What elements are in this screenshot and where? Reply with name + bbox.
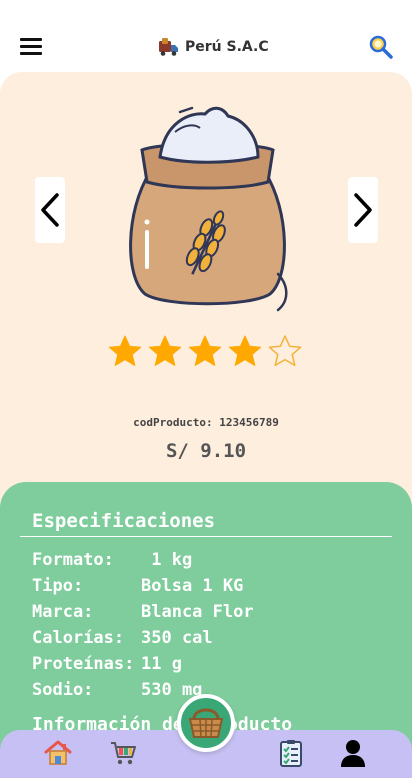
spec-row: Proteínas: 11 g [32, 654, 392, 678]
star-filled-icon[interactable] [108, 334, 142, 368]
checklist-icon[interactable] [276, 738, 306, 768]
delivery-truck-icon [159, 38, 178, 56]
search-icon[interactable] [368, 34, 394, 60]
spec-label: Calorías: [32, 628, 125, 648]
spec-value: Blanca Flor [141, 602, 254, 622]
hamburger-menu-icon[interactable] [20, 38, 42, 56]
rating-stars [108, 334, 302, 368]
spec-value: 1 kg [141, 550, 193, 570]
product-price: S/ 9.10 [165, 440, 247, 462]
basket-button[interactable] [177, 694, 235, 752]
spec-label: Formato: [32, 550, 114, 570]
spec-value: Bolsa 1 KG [141, 576, 244, 596]
specifications-title: Especificaciones [32, 510, 216, 532]
flour-sack-icon [129, 106, 288, 312]
spec-row: Calorías: 350 cal [32, 628, 392, 652]
star-filled-icon[interactable] [148, 334, 182, 368]
cart-icon[interactable] [108, 738, 138, 768]
brand-title: Perú S.A.C [185, 39, 269, 55]
star-empty-icon[interactable] [268, 334, 302, 368]
spec-row: Formato: 1 kg [32, 550, 392, 574]
chevron-right-icon [354, 193, 372, 227]
next-image-button[interactable] [348, 177, 378, 243]
spec-row: Marca: Blanca Flor [32, 602, 392, 626]
divider [20, 536, 392, 537]
spec-row: Tipo: Bolsa 1 KG [32, 576, 392, 600]
chevron-left-icon [41, 193, 59, 227]
spec-value: 350 cal [141, 628, 213, 648]
star-filled-icon[interactable] [188, 334, 222, 368]
home-icon[interactable] [43, 738, 73, 768]
star-filled-icon[interactable] [228, 334, 262, 368]
spec-label: Proteínas: [32, 654, 135, 674]
brand: Perú S.A.C [158, 34, 269, 60]
previous-image-button[interactable] [35, 177, 65, 243]
basket-icon [188, 708, 224, 738]
spec-value: 11 g [141, 654, 182, 674]
spec-label: Tipo: [32, 576, 84, 596]
spec-label: Sodio: [32, 680, 94, 700]
product-code: codProducto: 123456789 [133, 416, 279, 429]
spec-label: Marca: [32, 602, 94, 622]
user-icon[interactable] [338, 738, 368, 768]
app-header: Perú S.A.C [0, 0, 412, 78]
